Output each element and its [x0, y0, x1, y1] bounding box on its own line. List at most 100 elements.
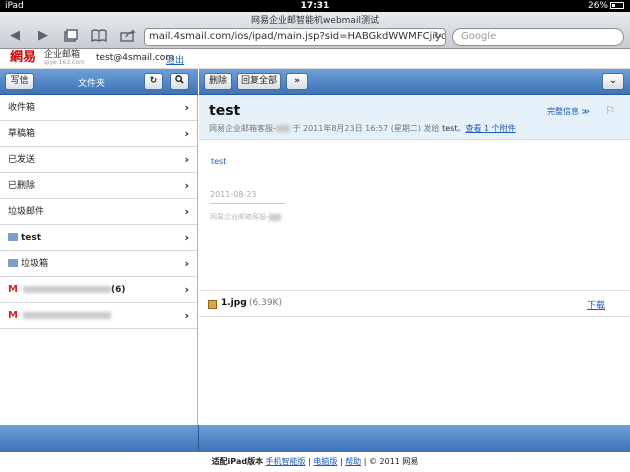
- flag-icon[interactable]: ⚐: [605, 104, 615, 117]
- gmail-icon: M: [8, 310, 18, 321]
- redacted-account: [22, 286, 111, 293]
- chevron-right-icon: ›: [184, 257, 189, 270]
- message-toolbar: 删除 回复全部 » ⌄: [199, 69, 630, 95]
- attachment-name[interactable]: 1.jpg: [221, 298, 247, 308]
- folder-label: 草稿箱: [8, 129, 36, 139]
- folder-sent[interactable]: 已发送 ›: [0, 147, 197, 173]
- chevron-right-icon: ›: [184, 231, 189, 244]
- folder-title: 文件夹: [78, 79, 106, 89]
- browser-toolbar: 网易企业邮智能机webmail测试 ◀ ▶ mail.4smail.com/io…: [0, 12, 630, 49]
- folder-label: 已删除: [8, 181, 36, 191]
- status-bar: iPad 17:31 26%: [0, 0, 630, 12]
- chevron-right-icon: ›: [184, 127, 189, 140]
- address-bar[interactable]: mail.4smail.com/ios/ipad/main.jsp?sid=HA…: [144, 28, 446, 46]
- message-subject: test: [209, 103, 241, 119]
- menu-button[interactable]: ⌄: [602, 73, 624, 90]
- download-link[interactable]: 下载: [587, 298, 605, 311]
- desktop-link[interactable]: 电脑版: [313, 457, 337, 466]
- tabs-icon[interactable]: [62, 29, 80, 43]
- image-file-icon: [208, 300, 217, 309]
- folder-trash[interactable]: 垃圾箱 ›: [0, 251, 197, 277]
- sender-name: 网易企业邮箱客服-: [209, 124, 276, 133]
- folder-icon: [8, 233, 18, 241]
- chevron-right-icon: ›: [184, 153, 189, 166]
- folder-toolbar: 写信 文件夹 ↻: [0, 69, 198, 95]
- signature-date: 2011-08-23: [210, 190, 257, 199]
- account-item[interactable]: M ›: [0, 303, 197, 329]
- refresh-button[interactable]: ↻: [144, 73, 163, 90]
- chevron-down-icon: ⌄: [609, 76, 617, 86]
- bottom-toolbar: [0, 425, 630, 452]
- folder-icon: [8, 259, 18, 267]
- signature-divider: [210, 203, 285, 204]
- logout-link[interactable]: 退出: [166, 53, 184, 66]
- clock: 17:31: [300, 1, 330, 11]
- reply-all-button[interactable]: 回复全部: [237, 73, 281, 90]
- unread-count: (6): [110, 285, 126, 295]
- chevron-right-icon: ›: [184, 309, 189, 322]
- view-attachment-link[interactable]: 查看 1 个附件: [465, 124, 515, 133]
- gmail-icon: M: [8, 284, 18, 295]
- share-icon[interactable]: [119, 29, 137, 43]
- bookmarks-icon[interactable]: [90, 29, 108, 43]
- more-button[interactable]: »: [286, 73, 308, 90]
- back-icon[interactable]: ◀: [6, 29, 24, 43]
- page-title: 网易企业邮智能机webmail测试: [251, 16, 379, 26]
- user-email: test@4smail.com: [96, 53, 175, 63]
- url-text: mail.4smail.com/ios/ipad/main.jsp?sid=HA…: [149, 31, 446, 42]
- folder-deleted[interactable]: 已删除 ›: [0, 173, 197, 199]
- mobile-smart-link[interactable]: 手机智能版: [266, 457, 306, 466]
- account-item[interactable]: M (6) ›: [0, 277, 197, 303]
- footer: 适配iPad版本 手机智能版 | 电脑版 | 帮助 | © 2011 网易: [0, 452, 630, 472]
- account-bar: 網易 企业邮箱 qiye.163.com test@4smail.com 退出: [0, 49, 630, 69]
- copyright: | © 2011 网易: [363, 457, 419, 466]
- send-date: 于 2011年8月23日 16:57 (星期二) 发给: [292, 124, 440, 133]
- chevron-right-icon: ›: [184, 179, 189, 192]
- redacted-sender: [268, 213, 281, 221]
- folder-label: 垃圾箱: [21, 259, 49, 269]
- signature-sender: 网易企业邮箱客服-: [210, 212, 281, 222]
- message-view: test 完整信息 ≫ ⚐ 网易企业邮箱客服- 于 2011年8月23日 16:…: [199, 95, 630, 425]
- redacted-account: [22, 312, 111, 319]
- folder-list: 收件箱 › 草稿箱 › 已发送 › 已删除 › 垃圾邮件 › test › 垃圾箱 › M (6…: [0, 95, 198, 425]
- battery-percent: 26%: [587, 1, 608, 11]
- folder-label: 已发送: [8, 155, 36, 165]
- reload-icon[interactable]: ↻: [434, 29, 442, 45]
- help-link[interactable]: 帮助: [345, 457, 361, 466]
- folder-label: 收件箱: [8, 103, 36, 113]
- logo-url: qiye.163.com: [44, 59, 85, 66]
- refresh-icon: ↻: [149, 76, 158, 86]
- full-info-link[interactable]: 完整信息 ≫: [547, 106, 590, 117]
- folder-test[interactable]: test ›: [0, 225, 197, 251]
- recipient: test: [442, 124, 458, 133]
- message-body: test: [211, 157, 227, 166]
- chevron-right-icon: ›: [184, 101, 189, 114]
- battery-icon: [610, 2, 624, 9]
- forward-icon[interactable]: ▶: [34, 29, 52, 43]
- search-input[interactable]: Google: [452, 28, 624, 46]
- compose-button[interactable]: 写信: [5, 73, 34, 90]
- double-chevron-down-icon: ≫: [581, 107, 590, 116]
- folder-spam[interactable]: 垃圾邮件 ›: [0, 199, 197, 225]
- folder-label: 垃圾邮件: [8, 207, 45, 217]
- folder-label: test: [21, 233, 42, 243]
- folder-drafts[interactable]: 草稿箱 ›: [0, 121, 197, 147]
- full-info-label: 完整信息: [547, 107, 579, 116]
- netease-logo: 網易: [10, 50, 37, 65]
- attachment-row: 1.jpg (6.39K) 下载: [199, 290, 630, 317]
- attachment-size: (6.39K): [249, 298, 282, 308]
- search-icon: [175, 75, 184, 86]
- pane-divider: [198, 425, 199, 452]
- folder-inbox[interactable]: 收件箱 ›: [0, 95, 197, 121]
- chevron-right-icon: ›: [184, 283, 189, 296]
- chevron-right-icon: ›: [184, 205, 189, 218]
- footer-version-label: 适配iPad版本: [211, 457, 264, 466]
- search-button[interactable]: [170, 73, 189, 90]
- double-chevron-down-icon: »: [294, 76, 300, 86]
- redacted-sender: [275, 125, 290, 132]
- delete-button[interactable]: 删除: [204, 73, 232, 90]
- message-meta: 网易企业邮箱客服- 于 2011年8月23日 16:57 (星期二) 发给 te…: [209, 124, 516, 133]
- signature-sender-label: 网易企业邮箱客服-: [210, 213, 269, 221]
- battery-indicator: 26%: [588, 0, 624, 12]
- message-header: test 完整信息 ≫ ⚐ 网易企业邮箱客服- 于 2011年8月23日 16:…: [199, 95, 630, 140]
